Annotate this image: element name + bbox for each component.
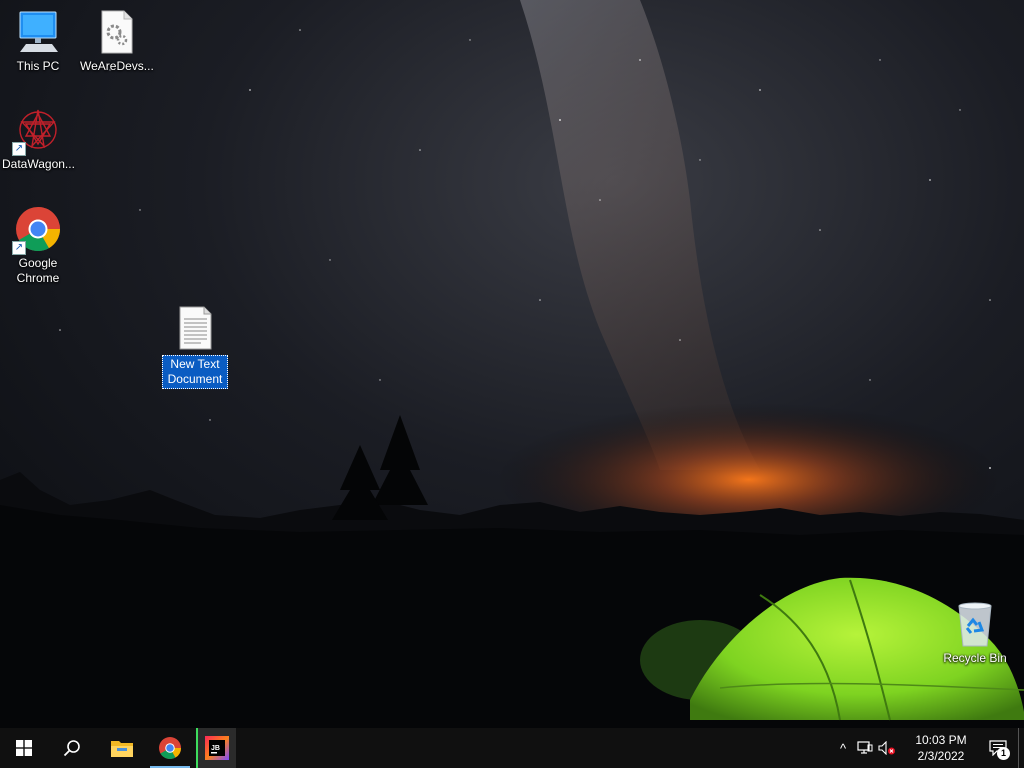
- desktop-icon-new-text-document[interactable]: New Text Document: [157, 304, 233, 389]
- clock-time: 10:03 PM: [915, 733, 967, 747]
- wallpaper: [0, 0, 1024, 728]
- search-icon: [63, 740, 80, 757]
- chrome-icon: [159, 737, 182, 760]
- file-explorer-icon: [111, 741, 133, 757]
- desktop-icon-wearedevs[interactable]: WeAreDevs...: [78, 8, 154, 74]
- network-icon[interactable]: [854, 728, 876, 768]
- recycle-bin-icon: [951, 600, 999, 648]
- system-tray: ^ 10:03 PM 2/3/2022 1: [832, 728, 1024, 768]
- settings-file-icon: [92, 8, 140, 56]
- windows-start-icon: [16, 740, 32, 756]
- desktop-icon-label: This PC: [16, 59, 60, 73]
- desktop-icon-label: Recycle Bin: [943, 651, 1007, 665]
- taskbar-clock[interactable]: 10:03 PM 2/3/2022: [904, 732, 978, 764]
- show-desktop-button[interactable]: [1018, 728, 1024, 768]
- taskbar-chrome[interactable]: [146, 728, 194, 768]
- search-button[interactable]: [48, 728, 96, 768]
- taskbar-jetbrains-toolbox[interactable]: JB: [196, 728, 236, 768]
- datawagon-icon: ↗: [12, 106, 62, 156]
- jetbrains-toolbox-icon: JB: [205, 736, 229, 760]
- desktop-icon-label: DataWagon...: [2, 157, 75, 171]
- rename-input[interactable]: New Text Document: [162, 355, 228, 389]
- start-button[interactable]: [0, 728, 48, 768]
- taskbar-file-explorer[interactable]: [98, 728, 146, 768]
- desktop-icon-datawagon[interactable]: ↗ DataWagon...: [0, 106, 76, 172]
- notification-count-badge: 1: [997, 747, 1010, 760]
- action-center-button[interactable]: 1: [978, 728, 1018, 768]
- volume-muted-icon[interactable]: [876, 728, 898, 768]
- text-document-icon: [171, 304, 219, 352]
- desktop-icon-label: Google Chrome: [16, 256, 60, 285]
- clock-date: 2/3/2022: [917, 749, 965, 763]
- desktop[interactable]: This PC WeAreDevs... ↗ DataWagon... ↗ Go…: [0, 0, 1024, 728]
- shortcut-arrow-icon: ↗: [12, 241, 26, 255]
- svg-text:JB: JB: [211, 745, 220, 752]
- computer-icon: [14, 8, 62, 56]
- tray-overflow-chevron-icon[interactable]: ^: [832, 728, 854, 768]
- chrome-icon: ↗: [12, 205, 62, 255]
- taskbar: JB ^ 10:03 PM 2/3/2022 1: [0, 728, 1024, 768]
- desktop-icon-this-pc[interactable]: This PC: [0, 8, 76, 74]
- desktop-icon-recycle-bin[interactable]: Recycle Bin: [937, 600, 1013, 666]
- shortcut-arrow-icon: ↗: [12, 142, 26, 156]
- desktop-icon-google-chrome[interactable]: ↗ Google Chrome: [0, 205, 76, 286]
- desktop-icon-label: WeAreDevs...: [80, 59, 154, 73]
